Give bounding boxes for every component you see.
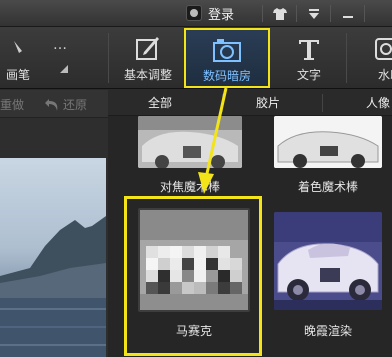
tool-digital-darkroom[interactable]: 数码暗房: [184, 28, 270, 88]
tab-film[interactable]: 胶片: [238, 90, 298, 116]
minimize-icon: [343, 16, 353, 18]
car-sunset-thumbnail: [274, 212, 382, 310]
effect-mosaic[interactable]: [138, 208, 250, 312]
tool-label: 基本调整: [123, 68, 172, 82]
shirt-icon: [273, 8, 287, 20]
menu-icon: [309, 9, 319, 19]
tab-all[interactable]: 全部: [130, 90, 190, 116]
effect-focus-wand[interactable]: [138, 116, 242, 168]
title-separator: [296, 5, 297, 22]
menu-button[interactable]: [302, 4, 326, 23]
tool-label: 数码暗房: [202, 69, 251, 83]
title-separator: [262, 5, 263, 22]
more-tool[interactable]: …: [40, 27, 80, 89]
camera-icon: [213, 39, 241, 62]
title-bar: 登录: [0, 0, 392, 27]
login-button[interactable]: 登录: [186, 3, 234, 23]
toolbar-separator: [108, 33, 109, 83]
car-mosaic-thumbnail: [140, 210, 248, 310]
brush-label: 画笔: [5, 68, 30, 82]
undo-label: 还原: [63, 98, 88, 112]
effect-label: 马赛克: [175, 324, 212, 338]
tab-separator: [322, 94, 323, 112]
effect-filter-tabs: 全部 胶片 人像: [108, 90, 392, 116]
undo-icon: [45, 98, 58, 111]
toolbar-separator: [346, 33, 347, 83]
tool-watermark[interactable]: 水印: [360, 27, 392, 89]
watermark-icon: [375, 38, 392, 60]
tool-label: 水印: [378, 68, 392, 82]
undo-button[interactable]: 还原: [44, 96, 87, 113]
effect-sunset[interactable]: [274, 212, 382, 310]
user-avatar-icon: [186, 5, 202, 21]
effect-label: 晚霞渲染: [303, 324, 352, 338]
photo-preview-panel: [0, 118, 108, 357]
tool-basic-adjust[interactable]: 基本调整: [116, 27, 180, 89]
tab-portrait[interactable]: 人像: [348, 90, 392, 116]
skin-button[interactable]: [268, 4, 292, 23]
text-icon: [299, 40, 319, 60]
tool-text[interactable]: 文字: [282, 27, 336, 89]
redo-button[interactable]: 重做: [0, 96, 24, 113]
login-label: 登录: [208, 7, 235, 23]
car-thumbnail: [274, 116, 382, 168]
more-icon: …: [53, 37, 67, 53]
tab-separator: [222, 94, 223, 112]
effect-label: 着色魔术棒: [297, 180, 358, 194]
photo-preview: [0, 158, 106, 357]
effect-color-wand[interactable]: [274, 116, 382, 168]
car-thumbnail: [138, 116, 242, 168]
coast-landscape-image: [0, 216, 106, 357]
history-bar: 重做 还原: [0, 90, 108, 118]
brush-icon: [14, 41, 22, 53]
effects-grid: 对焦魔术棒 着色魔术棒 马赛克 晚霞渲染: [108, 116, 392, 357]
adjust-icon: [136, 37, 159, 60]
title-separator: [330, 5, 331, 22]
effect-label: 对焦魔术棒: [159, 180, 220, 194]
main-toolbar: 画笔 … 基本调整 数码暗房 文字 水: [0, 27, 392, 89]
redo-label: 重做: [0, 98, 25, 112]
tool-label: 文字: [296, 68, 321, 82]
dropdown-corner-icon: [60, 65, 68, 73]
title-separator: [364, 5, 365, 22]
brush-tool[interactable]: 画笔: [0, 27, 36, 89]
minimize-button[interactable]: [336, 4, 360, 23]
